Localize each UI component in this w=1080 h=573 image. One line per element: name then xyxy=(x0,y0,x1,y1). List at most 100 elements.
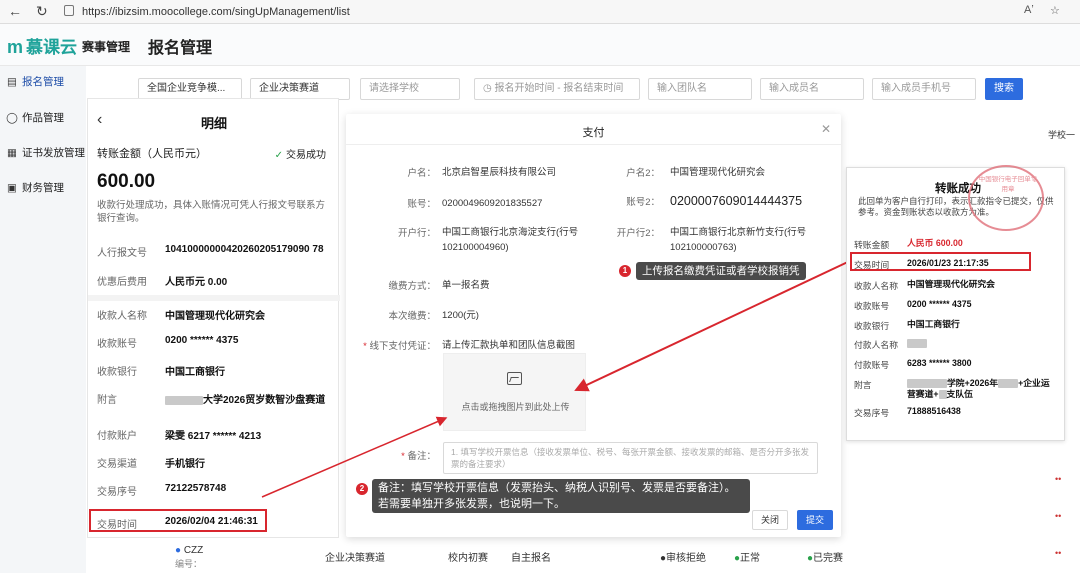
row-status-normal: ●正常 xyxy=(734,553,761,564)
track-select[interactable]: 企业决策赛道 xyxy=(250,78,350,100)
field-value: 请上传汇款执单和团队信息截图 xyxy=(442,340,576,351)
nav-competition-management[interactable]: 赛事管理 xyxy=(82,38,130,55)
sidebar-item-works[interactable]: ◯ 作品管理 xyxy=(6,110,64,125)
detail-title: 明细 xyxy=(200,116,227,131)
row-value: 大学2026贸岁数智沙盘赛道 xyxy=(165,391,325,406)
end-time-placeholder: 报名结束时间 xyxy=(563,83,624,94)
row-value: 人民币 600.00 xyxy=(907,238,963,248)
voucher-field: * 线下支付凭证： 请上传汇款执单和团队信息截图 xyxy=(346,338,575,353)
status-rejected-text: 审核拒绝 xyxy=(666,553,707,564)
row-status-rejected: ●审核拒绝 xyxy=(660,553,707,564)
bank2-field: 开户行2： 中国工商银行北京新竹支行(行号102100000763) xyxy=(595,225,815,255)
row-action-link[interactable]: •• xyxy=(1055,548,1061,558)
row-label: 收款账号 xyxy=(854,301,890,311)
sidebar-item-registration[interactable]: ▤ 报名管理 xyxy=(6,74,64,89)
callout-line: 备注：填写学校开票信息（发票抬头、纳税人识别号、发票是否要备注）。 xyxy=(378,482,736,494)
status-finished-text: 已完赛 xyxy=(813,553,844,564)
row-label: 优惠后费用 xyxy=(97,277,147,288)
processing-hint: 收款行处理成功，具体入账情况可凭人行报文号联系方银行查询。 xyxy=(97,200,326,224)
row-value: 中国管理现代化研究会 xyxy=(907,279,995,289)
row-value: 手机银行 xyxy=(165,459,205,470)
payee-bank-row: 收款银行 中国工商银行 xyxy=(97,363,337,378)
amount-label: 转账金额（人民币元） xyxy=(97,148,207,160)
sidebar-item-finance[interactable]: ▣ 财务管理 xyxy=(6,180,64,195)
account-name2-field: 户名2： 中国管理现代化研究会 xyxy=(595,165,765,180)
member-name-input[interactable]: 输入成员名 xyxy=(760,78,864,100)
receipt-memo-row: 附言 学院+2026年 +企业运营赛道+ 支队伍 xyxy=(854,378,1062,400)
image-upload-area[interactable]: 点击或拖拽图片到此处上传 xyxy=(443,353,586,431)
row-team-name: ● CZZ xyxy=(175,545,203,556)
close-icon[interactable]: ✕ xyxy=(821,122,831,136)
back-arrow-icon[interactable]: ← xyxy=(8,3,22,19)
date-range-picker[interactable]: ◷ 报名开始时间 - 报名结束时间 xyxy=(474,78,640,100)
row-label: 收款人名称 xyxy=(854,281,898,291)
receipt-payee-account-row: 收款账号 0200 ****** 4375 xyxy=(854,299,1062,312)
remark-label-text: 备注： xyxy=(407,451,436,462)
highlight-box-time-left xyxy=(89,509,267,532)
team-name-input[interactable]: 输入团队名 xyxy=(648,78,752,100)
field-value: 中国管理现代化研究会 xyxy=(670,167,766,178)
receipt-payer-account-row: 付款账号 6283 ****** 3800 xyxy=(854,358,1062,371)
remark-field-label: * 备注： xyxy=(346,448,436,462)
clock-icon: ◷ xyxy=(483,83,495,94)
row-value: 0200 ****** 4375 xyxy=(165,335,239,346)
fee-amount-field: 本次缴费： 1200(元) xyxy=(346,308,478,323)
redacted-block xyxy=(938,390,947,400)
receipt-amount-row: 转账金额 人民币 600.00 xyxy=(854,238,1062,251)
field-label: 开户行2： xyxy=(616,228,660,239)
row-action-link[interactable]: •• xyxy=(1055,474,1061,484)
lock-icon xyxy=(64,5,74,16)
payer-account-row: 付款账户 梁雯 6217 ****** 4213 xyxy=(97,427,337,442)
field-label: * 备注： xyxy=(346,448,436,462)
row-value: 10410000000420260205179090 78 xyxy=(165,244,324,255)
row-code-label: 编号： xyxy=(175,559,203,569)
row-label: 付款账户 xyxy=(97,431,137,442)
logo[interactable]: m 慕课云 xyxy=(7,33,77,58)
redacted-block xyxy=(907,339,927,349)
close-button[interactable]: 关闭 xyxy=(752,510,788,530)
reload-icon[interactable]: ↻ xyxy=(36,3,48,20)
row-label: 交易渠道 xyxy=(97,459,137,470)
url-text: https://ibizsim.moocollege.com/singUpMan… xyxy=(82,6,350,18)
redacted-block xyxy=(907,379,947,389)
sidebar-item-label: 证书发放管理 xyxy=(22,147,85,159)
school-select[interactable]: 请选择学校 xyxy=(360,78,460,100)
field-label: 开户行： xyxy=(397,228,436,239)
transfer-detail-panel: ‹ 明细 转账金额（人民币元） ✓ 交易成功 600.00 收款行处理成功，具体入… xyxy=(87,98,340,538)
callout-remark-invoice: 备注：填写学校开票信息（发票抬头、纳税人识别号、发票是否要备注）。 若需要单独开… xyxy=(372,479,750,513)
fee-row: 优惠后费用 人民币元 0.00 xyxy=(97,273,337,288)
favorite-star-icon[interactable]: ☆ xyxy=(1050,4,1060,17)
sidebar-item-label: 报名管理 xyxy=(22,76,64,88)
read-aloud-icon[interactable]: Aʼ xyxy=(1024,4,1034,16)
row-action-link[interactable]: •• xyxy=(1055,511,1061,521)
row-label: 人行报文号 xyxy=(97,248,147,259)
row-label: 交易序号 xyxy=(97,487,137,498)
memo-row: 附言 大学2026贸岁数智沙盘赛道 xyxy=(97,391,337,406)
callout-line: 若需要单独开多张发票，也说明一下。 xyxy=(378,498,565,510)
address-bar[interactable]: https://ibizsim.moocollege.com/singUpMan… xyxy=(64,3,994,21)
remark-textarea[interactable]: 1. 填写学校开票信息（接收发票单位、税号、每张开票金额、接收发票的邮箱、是否分… xyxy=(443,442,818,474)
team-name: CZZ xyxy=(183,545,204,556)
field-value: 中国工商银行北京海淀支行(行号102100004960) xyxy=(442,227,579,253)
logo-text: 慕课云 xyxy=(26,38,78,57)
row-value: 人民币元 0.00 xyxy=(165,277,228,288)
row-track: 企业决策赛道 xyxy=(325,553,385,564)
upload-hint: 点击或拖拽图片到此处上传 xyxy=(461,402,570,412)
browser-toolbar: ← ↻ https://ibizsim.moocollege.com/singU… xyxy=(0,0,1080,24)
field-value: 单一报名费 xyxy=(442,280,490,291)
field-label: 缴费方式： xyxy=(388,281,436,292)
redacted-block xyxy=(165,395,203,405)
row-value: 梁雯 6217 ****** 4213 xyxy=(165,431,262,442)
search-button[interactable]: 搜索 xyxy=(985,78,1023,100)
memo-text: 支队伍 xyxy=(946,389,973,399)
field-label: 户名2： xyxy=(626,168,660,179)
competition-select[interactable]: 全国企业竞争模... xyxy=(138,78,242,100)
sidebar-item-certificate[interactable]: ▦ 证书发放管理 xyxy=(6,145,85,160)
voucher-label-text: 线下支付凭证： xyxy=(369,341,436,352)
member-phone-input[interactable]: 输入成员手机号 xyxy=(872,78,976,100)
row-label: 付款账号 xyxy=(854,360,890,370)
account-name-field: 户名： 北京启智星辰科技有限公司 xyxy=(346,165,556,180)
transaction-status: ✓ 交易成功 xyxy=(275,146,326,161)
submit-button[interactable]: 提交 xyxy=(797,510,833,530)
field-label: 本次缴费： xyxy=(388,311,436,322)
